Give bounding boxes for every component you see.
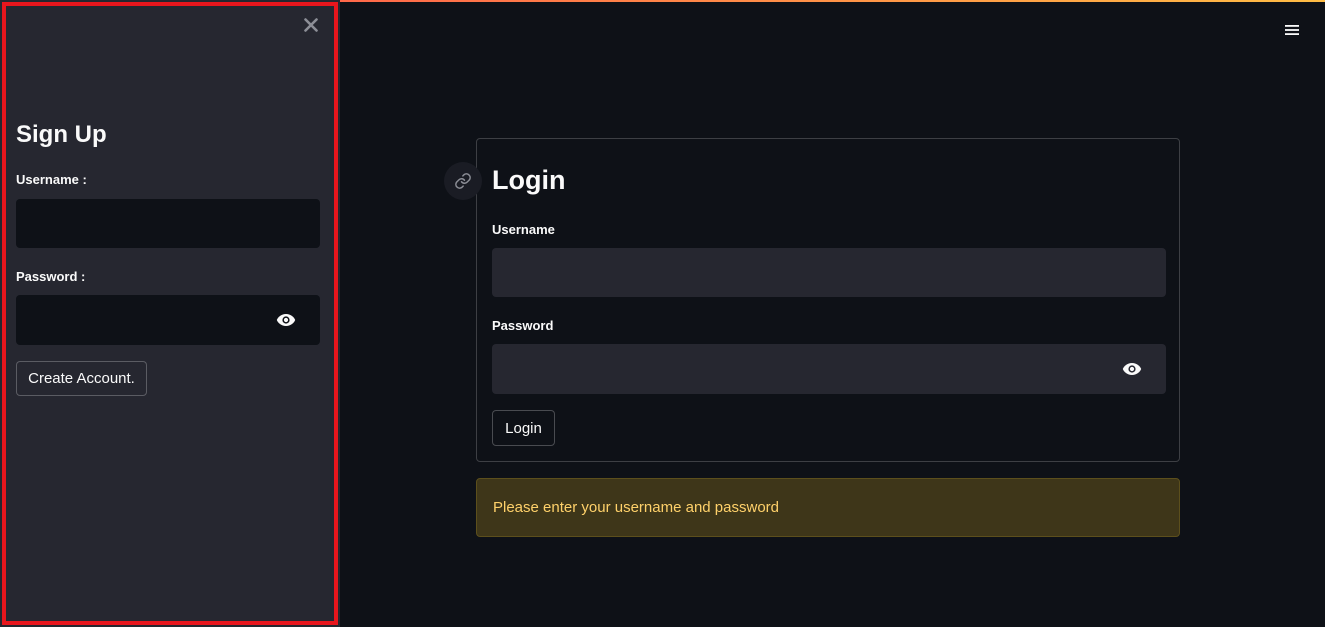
signup-show-password-toggle[interactable] (275, 312, 297, 328)
login-button[interactable]: Login (492, 410, 555, 446)
eye-icon (276, 314, 296, 326)
signup-password-label: Password : (16, 269, 86, 284)
login-show-password-toggle[interactable] (1121, 361, 1143, 377)
login-username-label: Username (492, 222, 555, 237)
warning-message: Please enter your username and password (493, 499, 779, 516)
signup-username-label: Username : (16, 172, 87, 187)
hamburger-menu-icon (1285, 25, 1299, 35)
close-sidebar-button[interactable] (300, 14, 322, 36)
main-menu-button[interactable] (1280, 18, 1304, 42)
signup-title: Sign Up (16, 121, 107, 148)
login-password-label: Password (492, 318, 554, 333)
login-form (476, 138, 1180, 462)
login-password-input[interactable] (492, 344, 1166, 394)
login-warning-alert: Please enter your username and password (476, 478, 1180, 537)
login-username-input[interactable] (492, 248, 1166, 297)
login-title: Login (492, 165, 566, 195)
title-anchor-link[interactable] (444, 162, 482, 200)
signup-username-input[interactable] (16, 199, 320, 248)
close-icon (304, 18, 318, 32)
app-window: Sign Up Username : Password : Create Acc… (0, 0, 1325, 627)
sidebar: Sign Up Username : Password : Create Acc… (0, 0, 340, 627)
link-icon (455, 173, 471, 189)
eye-icon (1122, 363, 1142, 375)
create-account-button[interactable]: Create Account. (16, 361, 147, 396)
